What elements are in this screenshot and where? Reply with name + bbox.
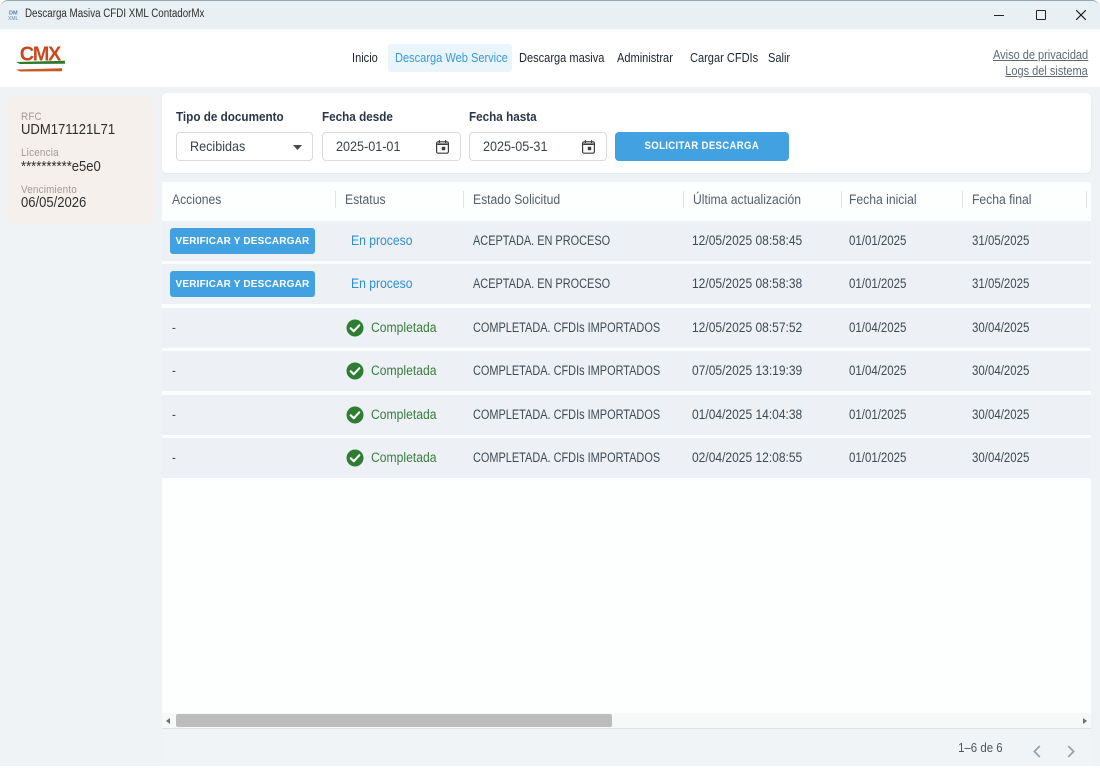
svg-text:XML: XML <box>8 16 19 21</box>
